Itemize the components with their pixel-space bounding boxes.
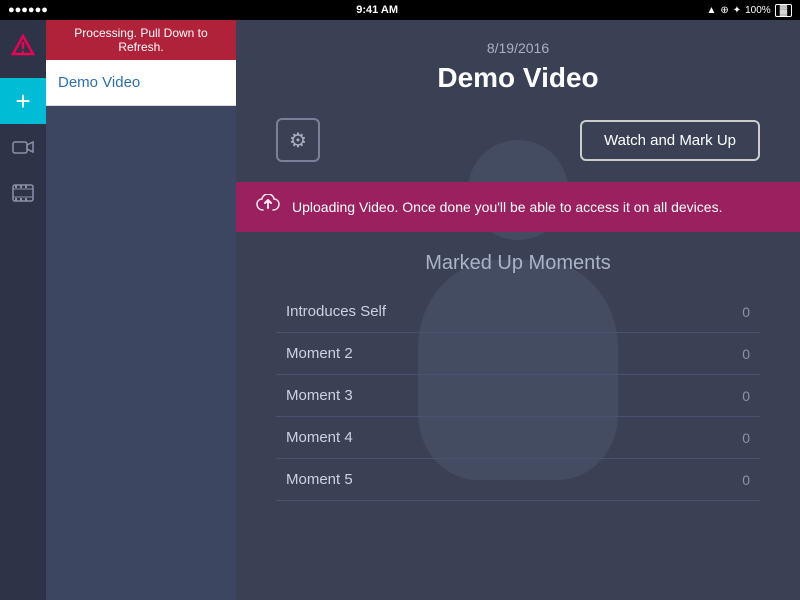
battery-icon: ▓	[775, 4, 792, 17]
moment-count: 0	[742, 346, 750, 362]
sidebar: Processing. Pull Down to Refresh. Demo V…	[46, 20, 236, 600]
status-time: 9:41 AM	[356, 4, 398, 16]
table-row[interactable]: Moment 5 0	[276, 459, 760, 501]
table-row[interactable]: Moment 3 0	[276, 375, 760, 417]
app-container: + Processing. Pull Down to Refresh.	[0, 20, 800, 600]
icon-rail: +	[0, 20, 46, 600]
network-icon: ▲	[706, 5, 716, 16]
upload-message: Uploading Video. Once done you'll be abl…	[292, 199, 722, 215]
moments-list: Introduces Self 0 Moment 2 0 Moment 3 0 …	[276, 291, 760, 501]
moment-count: 0	[742, 304, 750, 320]
main-content: 8/19/2016 Demo Video ⚙ Watch and Mark Up…	[236, 20, 800, 600]
watch-mark-up-button[interactable]: Watch and Mark Up	[580, 120, 760, 161]
moment-label: Moment 3	[286, 387, 353, 404]
table-row[interactable]: Moment 4 0	[276, 417, 760, 459]
sidebar-item-film[interactable]	[0, 170, 46, 216]
table-row[interactable]: Moment 2 0	[276, 333, 760, 375]
moments-section: Marked Up Moments Introduces Self 0 Mome…	[276, 232, 760, 521]
status-bar: ●●●●●● 9:41 AM ▲ ⊕ ✦ 100% ▓	[0, 0, 800, 20]
moment-label: Moment 4	[286, 429, 353, 446]
video-date: 8/19/2016	[276, 40, 760, 56]
sidebar-item-add[interactable]: +	[0, 78, 46, 124]
wifi-icon: ⊕	[720, 5, 728, 16]
action-row: ⚙ Watch and Mark Up	[276, 118, 760, 162]
battery-label: 100%	[745, 5, 771, 16]
moment-label: Moment 5	[286, 471, 353, 488]
gear-icon: ⚙	[289, 128, 307, 153]
moments-title: Marked Up Moments	[276, 252, 760, 275]
sidebar-processing-label: Processing. Pull Down to Refresh.	[46, 20, 236, 60]
sidebar-item-camera[interactable]	[0, 124, 46, 170]
moment-label: Moment 2	[286, 345, 353, 362]
upload-banner: Uploading Video. Once done you'll be abl…	[236, 182, 800, 232]
upload-cloud-icon	[256, 194, 280, 220]
moment-label: Introduces Self	[286, 303, 386, 320]
table-row[interactable]: Introduces Self 0	[276, 291, 760, 333]
signal-dots: ●●●●●●	[8, 4, 48, 16]
moment-count: 0	[742, 472, 750, 488]
bluetooth-icon: ✦	[733, 5, 741, 16]
moment-count: 0	[742, 388, 750, 404]
content-area: 8/19/2016 Demo Video ⚙ Watch and Mark Up…	[236, 20, 800, 600]
settings-button[interactable]: ⚙	[276, 118, 320, 162]
status-right: ▲ ⊕ ✦ 100% ▓	[706, 4, 792, 17]
sidebar-video-item[interactable]: Demo Video	[46, 60, 236, 106]
app-logo	[7, 30, 39, 62]
video-title: Demo Video	[276, 62, 760, 94]
moment-count: 0	[742, 430, 750, 446]
status-left: ●●●●●●	[8, 4, 48, 16]
